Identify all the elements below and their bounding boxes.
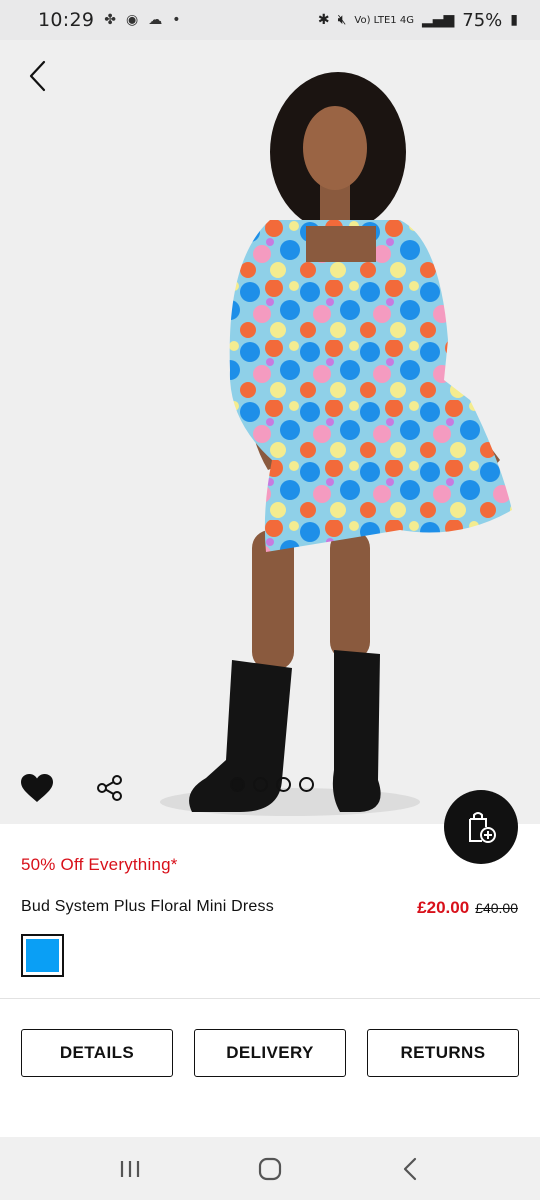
add-to-bag-button[interactable]	[444, 790, 518, 864]
news-icon: ◉	[126, 12, 139, 28]
heart-icon	[21, 774, 53, 802]
product-title: Bud System Plus Floral Mini Dress	[21, 898, 274, 915]
network-text: Vo) LTE1 4G	[354, 14, 414, 26]
returns-button[interactable]: RETURNS	[367, 1029, 519, 1077]
color-swatch-fill	[26, 939, 59, 972]
divider	[0, 998, 540, 999]
recent-apps-button[interactable]	[100, 1144, 160, 1194]
fan-icon: ✤	[104, 12, 116, 28]
status-bar: 10:29 ✤ ◉ ☁ • ✱ 🔇︎ Vo) LTE1 4G ▂▄▆ 75% ▮	[0, 0, 540, 40]
gallery-dot-3[interactable]	[276, 777, 291, 792]
weather-icon: ☁	[148, 12, 163, 28]
delivery-button[interactable]: DELIVERY	[194, 1029, 346, 1077]
system-nav-bar	[0, 1137, 540, 1200]
bluetooth-icon: ✱	[317, 12, 330, 28]
product-photo	[0, 40, 540, 824]
info-tabs: DETAILS DELIVERY RETURNS	[21, 1029, 519, 1077]
home-icon	[258, 1157, 282, 1180]
status-time: 10:29	[38, 9, 95, 31]
promo-banner[interactable]: 50% Off Everything*	[21, 855, 178, 875]
mute-icon: 🔇︎	[337, 12, 347, 28]
dot-icon: •	[172, 12, 181, 28]
back-button[interactable]	[18, 56, 58, 96]
gallery-dot-2[interactable]	[253, 777, 268, 792]
price-current: £20.00	[417, 898, 470, 917]
price: £20.00 £40.00	[417, 898, 518, 918]
color-swatch[interactable]	[21, 934, 64, 977]
share-button[interactable]	[96, 774, 124, 802]
status-right: ✱ 🔇︎ Vo) LTE1 4G ▂▄▆ 75% ▮	[318, 10, 518, 31]
details-button[interactable]: DETAILS	[21, 1029, 173, 1077]
status-left: 10:29 ✤ ◉ ☁ •	[38, 9, 180, 31]
home-button[interactable]	[240, 1144, 300, 1194]
price-original: £40.00	[475, 900, 518, 916]
gallery-pagination	[230, 777, 314, 792]
signal-icon: ▂▄▆	[421, 12, 455, 28]
share-icon	[97, 775, 122, 801]
nav-back-button[interactable]	[380, 1144, 440, 1194]
recent-apps-icon	[120, 1160, 140, 1177]
favorite-button[interactable]	[20, 773, 54, 803]
back-icon	[403, 1157, 417, 1180]
battery-icon: ▮	[510, 12, 518, 28]
chevron-left-icon	[29, 60, 46, 92]
product-image[interactable]	[0, 40, 540, 824]
gallery-dot-1[interactable]	[230, 777, 245, 792]
gallery-dot-4[interactable]	[299, 777, 314, 792]
battery-text: 75%	[462, 9, 503, 31]
add-to-bag-icon	[469, 812, 496, 843]
